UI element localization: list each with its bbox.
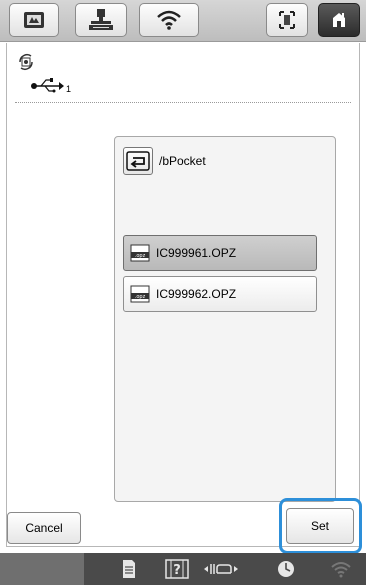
wifi-icon (157, 10, 181, 30)
usb-port-number: 1 (66, 84, 72, 94)
wifi-status-icon (331, 562, 351, 578)
file-item[interactable]: .opz IC999962.OPZ (123, 276, 317, 312)
opz-file-icon: .opz (130, 244, 150, 262)
opz-file-icon: .opz (130, 285, 150, 303)
top-toolbar (0, 0, 366, 42)
embroidery-unit-icon (89, 9, 113, 30)
embroidery-card-icon (24, 12, 44, 28)
svg-text:?: ? (173, 563, 181, 578)
folder-up-button[interactable] (123, 147, 153, 175)
file-browser: /bPocket .opz IC999961.OPZ .opz IC999962… (114, 136, 336, 502)
embroidery-card-button[interactable] (9, 3, 59, 37)
frame-icon (279, 11, 295, 29)
svg-text:.opz: .opz (135, 253, 146, 259)
folder-up-icon (126, 151, 150, 171)
file-name: IC999962.OPZ (156, 287, 237, 301)
usb-icon (31, 78, 64, 93)
cancel-button[interactable]: Cancel (7, 512, 81, 544)
usb-port-selector[interactable]: 1 (31, 77, 101, 97)
svg-text:.opz: .opz (135, 294, 146, 300)
clock-icon[interactable] (276, 559, 296, 579)
frame-button[interactable] (266, 3, 308, 37)
file-item[interactable]: .opz IC999961.OPZ (123, 235, 317, 271)
document-icon[interactable] (121, 559, 137, 579)
separator-line (15, 102, 351, 103)
current-path: /bPocket (159, 154, 206, 168)
file-select-panel: 1 /bPocket .opz IC999961.OPZ .opz IC9999… (6, 43, 360, 547)
embroidery-unit-button[interactable] (75, 3, 127, 37)
wifi-button[interactable] (139, 3, 199, 37)
help-icon[interactable]: ? (165, 559, 189, 579)
save-location-icon (19, 54, 33, 70)
status-bar: ? (0, 553, 366, 585)
needle-position-icon[interactable] (203, 559, 239, 579)
set-button[interactable]: Set (286, 508, 354, 544)
file-name: IC999961.OPZ (156, 246, 237, 260)
home-button[interactable] (318, 3, 360, 37)
home-icon (333, 13, 345, 27)
